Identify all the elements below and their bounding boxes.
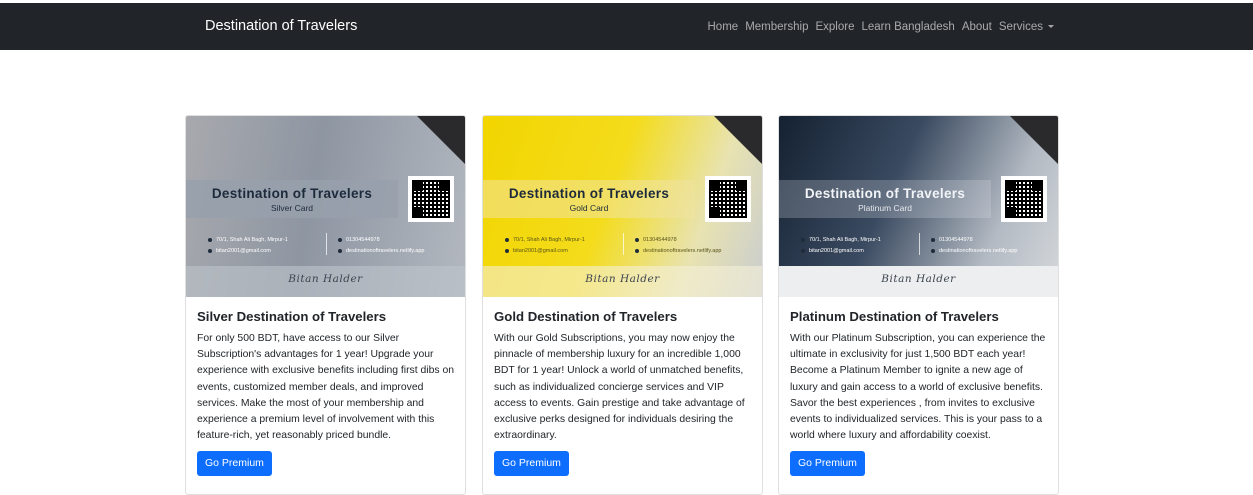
card-art-subtitle: Silver Card: [270, 203, 314, 213]
card-title: Platinum Destination of Travelers: [790, 309, 999, 324]
card-art-title: Destination of Travelers: [508, 186, 670, 201]
dropdown-caret-icon: [1048, 24, 1054, 28]
contact-divider: [326, 233, 327, 255]
card-art-title: Destination of Travelers: [211, 186, 373, 201]
website-line: destinationoftravelers.netlify.app: [931, 248, 1017, 254]
globe-icon: [338, 248, 342, 253]
website-line: destinationoftravelers.netlify.app: [338, 248, 424, 254]
card-art-name: Bitan Halder: [186, 266, 465, 297]
nav-links: Home Membership Explore Learn Bangladesh…: [701, 3, 1054, 50]
membership-card-platinum: Destination of Travelers Platinum Card 7…: [778, 115, 1059, 495]
card-art-titlebar: Destination of Travelers Platinum Card: [779, 180, 991, 218]
phone-line: 01304544978: [635, 237, 677, 243]
nav-services-label: Services: [998, 20, 1043, 33]
corner-decoration: [714, 116, 762, 164]
phone-icon: [338, 237, 342, 242]
phone-line: 01304544978: [338, 237, 380, 243]
map-pin-icon: [505, 237, 509, 242]
card-body: Platinum Destination of Travelers With o…: [790, 308, 1048, 444]
card-art-titlebar: Destination of Travelers Gold Card: [483, 180, 695, 218]
card-text: For only 500 BDT, have access to our Sil…: [197, 333, 455, 442]
corner-decoration: [417, 116, 465, 164]
go-premium-button-platinum[interactable]: Go Premium: [790, 451, 865, 476]
map-pin-icon: [208, 237, 212, 242]
navbar: Destination of Travelers Home Membership…: [0, 3, 1253, 50]
card-text: With our Gold Subscriptions, you may now…: [494, 333, 745, 442]
membership-card-silver: Destination of Travelers Silver Card 70/…: [185, 115, 466, 495]
go-premium-button-silver[interactable]: Go Premium: [197, 451, 272, 476]
nav-about[interactable]: About: [962, 21, 992, 33]
nav-explore[interactable]: Explore: [815, 21, 854, 33]
card-text: With our Platinum Subscription, you can …: [790, 333, 1046, 442]
email-icon: [208, 248, 212, 253]
corner-decoration: [1010, 116, 1058, 164]
map-pin-icon: [801, 237, 805, 242]
website-line: destinationoftravelers.netlify.app: [635, 248, 721, 254]
membership-card-gold: Destination of Travelers Gold Card 70/1,…: [482, 115, 763, 495]
card-art-subtitle: Platinum Card: [858, 203, 912, 213]
card-art-titlebar: Destination of Travelers Silver Card: [186, 180, 398, 218]
contact-divider: [919, 233, 920, 255]
qr-code: [1001, 176, 1047, 222]
card-image-silver: Destination of Travelers Silver Card 70/…: [186, 116, 465, 297]
card-title: Gold Destination of Travelers: [494, 309, 678, 324]
phone-icon: [635, 237, 639, 242]
card-art-title: Destination of Travelers: [804, 186, 966, 201]
nav-membership[interactable]: Membership: [745, 21, 808, 33]
brand-link[interactable]: Destination of Travelers: [205, 3, 357, 50]
card-title: Silver Destination of Travelers: [197, 309, 387, 324]
card-art-subtitle: Gold Card: [569, 203, 609, 213]
phone-icon: [931, 237, 935, 242]
card-body: Silver Destination of Travelers For only…: [197, 308, 455, 444]
qr-code: [705, 176, 751, 222]
card-body: Gold Destination of Travelers With our G…: [494, 308, 752, 444]
nav-learn-bangladesh[interactable]: Learn Bangladesh: [861, 21, 954, 33]
email-line: bitan2001@gmail.com: [208, 248, 271, 254]
card-art-name: Bitan Halder: [779, 266, 1058, 297]
email-line: bitan2001@gmail.com: [801, 248, 864, 254]
nav-services-dropdown[interactable]: Services: [999, 21, 1054, 33]
contact-divider: [623, 233, 624, 255]
globe-icon: [931, 248, 935, 253]
email-line: bitan2001@gmail.com: [505, 248, 568, 254]
phone-line: 01304544978: [931, 237, 973, 243]
nav-home[interactable]: Home: [708, 21, 739, 33]
address-line: 70/1, Shah Ali Bagh, Mirpur-1: [505, 237, 585, 243]
address-line: 70/1, Shah Ali Bagh, Mirpur-1: [801, 237, 881, 243]
qr-code: [408, 176, 454, 222]
card-art-name: Bitan Halder: [483, 266, 762, 297]
card-image-platinum: Destination of Travelers Platinum Card 7…: [779, 116, 1058, 297]
go-premium-button-gold[interactable]: Go Premium: [494, 451, 569, 476]
card-image-gold: Destination of Travelers Gold Card 70/1,…: [483, 116, 762, 297]
email-icon: [505, 248, 509, 253]
address-line: 70/1, Shah Ali Bagh, Mirpur-1: [208, 237, 288, 243]
email-icon: [801, 248, 805, 253]
globe-icon: [635, 248, 639, 253]
